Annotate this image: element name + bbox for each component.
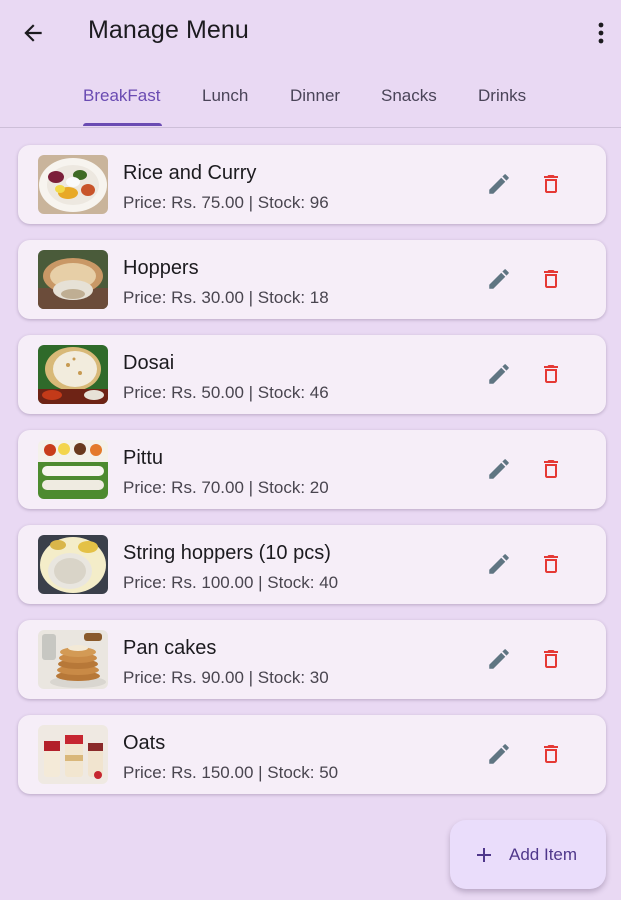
pencil-icon [489,364,509,384]
tab-drinks[interactable]: Drinks [478,86,526,106]
delete-button[interactable] [536,644,566,674]
edit-button[interactable] [484,264,514,294]
item-name: Hoppers [123,257,199,279]
delete-button[interactable] [536,169,566,199]
edit-button[interactable] [484,739,514,769]
trash-icon [544,270,558,288]
item-price-stock: Price: Rs. 50.00 | Stock: 46 [123,383,329,402]
edit-button[interactable] [484,454,514,484]
menu-item-card: Pan cakes Price: Rs. 90.00 | Stock: 30 [18,620,606,699]
item-name: Dosai [123,352,175,374]
delete-button[interactable] [536,454,566,484]
delete-button[interactable] [536,549,566,579]
delete-button[interactable] [536,739,566,769]
pencil-icon [489,269,509,289]
delete-button[interactable] [536,264,566,294]
trash-icon [544,555,558,573]
item-price-stock: Price: Rs. 150.00 | Stock: 50 [123,763,339,782]
app-bar: Manage Menu [0,0,621,64]
trash-icon [544,745,558,763]
item-price-stock: Price: Rs. 75.00 | Stock: 96 [123,193,329,212]
edit-button[interactable] [484,644,514,674]
tab-breakfast[interactable]: BreakFast [83,86,160,106]
pencil-icon [489,744,509,764]
back-button[interactable] [14,14,52,52]
pencil-icon [489,649,509,669]
menu-item-card: Hoppers Price: Rs. 30.00 | Stock: 18 [18,240,606,319]
item-name: Rice and Curry [123,162,257,184]
category-tabs: BreakFast Lunch Dinner Snacks Drinks [0,64,621,128]
item-image [38,535,108,594]
trash-icon [544,175,558,193]
trash-icon [544,650,558,668]
item-image [38,440,108,499]
tab-dinner[interactable]: Dinner [290,86,340,106]
pencil-icon [489,174,509,194]
menu-item-card: String hoppers (10 pcs) Price: Rs. 100.0… [18,525,606,604]
item-price-stock: Price: Rs. 100.00 | Stock: 40 [123,573,339,592]
menu-item-card: Oats Price: Rs. 150.00 | Stock: 50 [18,715,606,794]
menu-item-list: Rice and Curry Price: Rs. 75.00 | Stock:… [18,145,606,810]
item-image [38,630,108,689]
item-image [38,345,108,404]
tab-snacks[interactable]: Snacks [381,86,437,106]
edit-button[interactable] [484,169,514,199]
edit-button[interactable] [484,359,514,389]
item-name: Pittu [123,447,164,469]
trash-icon [544,460,558,478]
item-name: String hoppers (10 pcs) [123,542,331,564]
more-vert-icon [598,22,604,44]
page-title: Manage Menu [88,16,249,44]
pencil-icon [489,459,509,479]
delete-button[interactable] [536,359,566,389]
item-image [38,250,108,309]
tab-lunch[interactable]: Lunch [202,86,248,106]
menu-item-card: Rice and Curry Price: Rs. 75.00 | Stock:… [18,145,606,224]
item-price-stock: Price: Rs. 90.00 | Stock: 30 [123,668,329,687]
menu-item-card: Pittu Price: Rs. 70.00 | Stock: 20 [18,430,606,509]
trash-icon [544,365,558,383]
item-price-stock: Price: Rs. 70.00 | Stock: 20 [123,478,329,497]
item-name: Pan cakes [123,637,217,659]
plus-icon [477,848,491,862]
more-options-button[interactable] [586,16,616,50]
menu-item-card: Dosai Price: Rs. 50.00 | Stock: 46 [18,335,606,414]
arrow-left-icon [24,24,42,42]
item-image [38,725,108,784]
add-item-button[interactable]: Add Item [450,820,606,889]
item-price-stock: Price: Rs. 30.00 | Stock: 18 [123,288,329,307]
pencil-icon [489,554,509,574]
add-item-label: Add Item [509,845,578,864]
item-image [38,155,108,214]
edit-button[interactable] [484,549,514,579]
active-tab-indicator [83,123,162,126]
item-name: Oats [123,732,166,754]
